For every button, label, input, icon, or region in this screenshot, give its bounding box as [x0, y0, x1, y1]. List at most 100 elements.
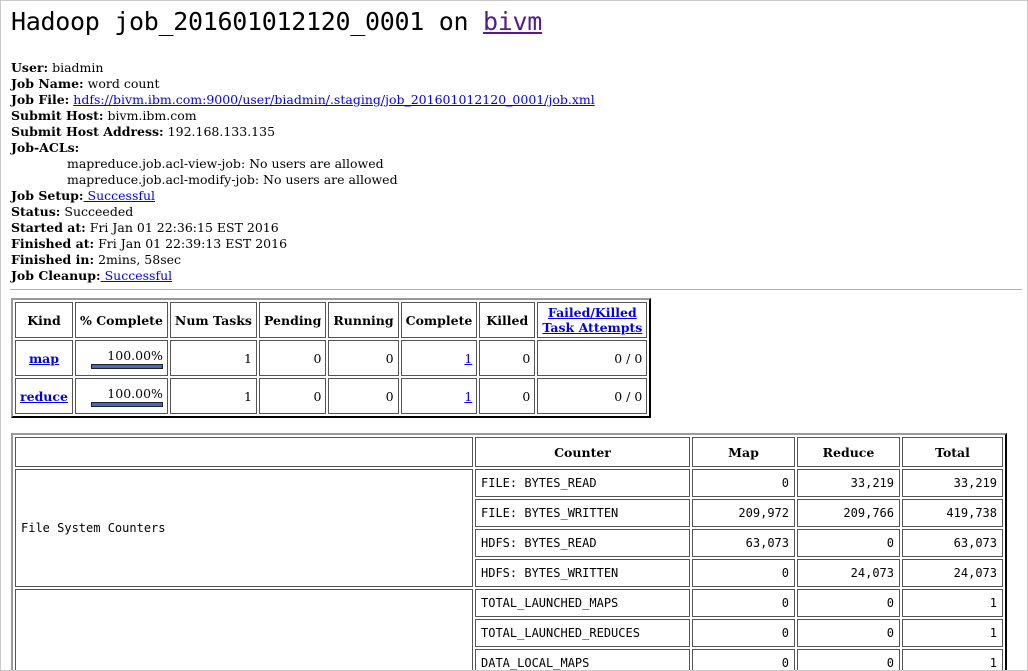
counter-row: TOTAL_LAUNCHED_MAPS 0 0 1	[15, 589, 1003, 670]
running-cell: 0	[328, 340, 399, 376]
complete-cell[interactable]: 1	[400, 378, 478, 414]
col-map: Map	[692, 437, 795, 467]
setup-label: Job Setup:	[11, 188, 84, 203]
divider	[10, 289, 1022, 290]
failed-killed-link[interactable]: Failed/Killed Task Attempts	[542, 305, 642, 335]
map-link[interactable]: map	[29, 351, 59, 366]
counter-map: 0	[692, 619, 795, 647]
counter-name: FILE: BYTES_WRITTEN	[475, 499, 690, 527]
submit-host-value: bivm.ibm.com	[107, 108, 197, 123]
col-kind: Kind	[15, 302, 73, 338]
counter-map: 209,972	[692, 499, 795, 527]
task-header-row: Kind % Complete Num Tasks Pending Runnin…	[15, 302, 648, 338]
col-failed-killed[interactable]: Failed/Killed Task Attempts	[537, 302, 648, 338]
started-label: Started at:	[11, 220, 86, 235]
task-row-map: map 100.00% 1 0 0 1 0 0 / 0	[15, 340, 648, 376]
pct-cell: 100.00%	[75, 378, 168, 414]
host-link[interactable]: bivm	[483, 7, 542, 36]
kind-cell[interactable]: map	[15, 340, 73, 376]
page-title: Hadoop job_201601012120_0001 on bivm	[11, 7, 542, 36]
col-killed: Killed	[479, 302, 536, 338]
reduce-complete-link[interactable]: 1	[464, 389, 472, 404]
counter-reduce: 0	[797, 649, 900, 670]
counter-name: HDFS: BYTES_WRITTEN	[475, 559, 690, 587]
finished-in-label: Finished in:	[11, 252, 95, 267]
counter-row: File System Counters FILE: BYTES_READ 0 …	[15, 469, 1003, 587]
failed-killed-cell: 0 / 0	[537, 378, 648, 414]
status-value: Succeeded	[64, 204, 134, 219]
failed-killed-cell: 0 / 0	[537, 340, 648, 376]
counter-reduce: 0	[797, 589, 900, 617]
counter-total: 419,738	[902, 499, 1003, 527]
acl-modify: mapreduce.job.acl-modify-job: No users a…	[67, 172, 398, 187]
status-label: Status:	[11, 204, 61, 219]
counter-group-label	[15, 589, 473, 670]
kind-cell[interactable]: reduce	[15, 378, 73, 414]
page-frame: Hadoop job_201601012120_0001 on bivm Use…	[0, 0, 1028, 671]
pending-cell: 0	[258, 378, 327, 414]
killed-cell: 0	[479, 340, 536, 376]
counter-total: 1	[902, 619, 1003, 647]
counter-map: 0	[692, 559, 795, 587]
pct-value: 100.00%	[107, 347, 163, 363]
setup-link[interactable]: Successful	[84, 188, 156, 203]
submit-addr-value: 192.168.133.135	[167, 124, 276, 139]
col-reduce: Reduce	[797, 437, 900, 467]
col-num-tasks: Num Tasks	[169, 302, 257, 338]
finished-in-value: 2mins, 58sec	[98, 252, 182, 267]
reduce-link[interactable]: reduce	[20, 389, 68, 404]
progress-bar	[90, 363, 163, 369]
acl-view: mapreduce.job.acl-view-job: No users are…	[67, 156, 384, 171]
job-info: User: biadmin Job Name: word count Job F…	[11, 60, 595, 284]
counter-total: 63,073	[902, 529, 1003, 557]
page-title-text: Hadoop job_201601012120_0001 on	[11, 7, 484, 36]
counter-reduce: 0	[797, 619, 900, 647]
job-file-label: Job File:	[11, 92, 70, 107]
finished-label: Finished at:	[11, 236, 95, 251]
finished-value: Fri Jan 01 22:39:13 EST 2016	[98, 236, 288, 251]
counter-total: 1	[902, 589, 1003, 617]
counter-map: 0	[692, 649, 795, 670]
job-name-label: Job Name:	[11, 76, 84, 91]
col-counter: Counter	[475, 437, 690, 467]
pct-value: 100.00%	[107, 385, 163, 401]
counter-reduce: 33,219	[797, 469, 900, 497]
user-value: biadmin	[52, 60, 104, 75]
col-total: Total	[902, 437, 1003, 467]
counter-name: TOTAL_LAUNCHED_REDUCES	[475, 619, 690, 647]
col-pct-complete: % Complete	[75, 302, 168, 338]
counter-name: TOTAL_LAUNCHED_MAPS	[475, 589, 690, 617]
counter-reduce: 24,073	[797, 559, 900, 587]
submit-host-label: Submit Host:	[11, 108, 104, 123]
col-group	[15, 437, 473, 467]
submit-addr-label: Submit Host Address:	[11, 124, 164, 139]
col-pending: Pending	[258, 302, 327, 338]
complete-cell[interactable]: 1	[400, 340, 478, 376]
col-running: Running	[328, 302, 399, 338]
num-tasks-cell: 1	[169, 378, 257, 414]
map-complete-link[interactable]: 1	[464, 351, 472, 366]
cleanup-label: Job Cleanup:	[11, 268, 101, 283]
counter-total: 1	[902, 649, 1003, 670]
acls-label: Job-ACLs:	[11, 140, 80, 155]
num-tasks-cell: 1	[169, 340, 257, 376]
pending-cell: 0	[258, 340, 327, 376]
pct-cell: 100.00%	[75, 340, 168, 376]
task-attempts-label: Task Attempts	[542, 320, 643, 335]
killed-cell: 0	[479, 378, 536, 414]
counter-total: 24,073	[902, 559, 1003, 587]
started-value: Fri Jan 01 22:36:15 EST 2016	[89, 220, 279, 235]
counter-name: HDFS: BYTES_READ	[475, 529, 690, 557]
counters-header-row: Counter Map Reduce Total	[15, 437, 1003, 467]
task-summary-table: Kind % Complete Num Tasks Pending Runnin…	[11, 298, 652, 418]
counter-reduce: 209,766	[797, 499, 900, 527]
counter-reduce: 0	[797, 529, 900, 557]
cleanup-link[interactable]: Successful	[101, 268, 173, 283]
running-cell: 0	[328, 378, 399, 414]
counter-total: 33,219	[902, 469, 1003, 497]
failed-killed-label: Failed/Killed	[547, 305, 637, 320]
job-file-link[interactable]: hdfs://bivm.ibm.com:9000/user/biadmin/.s…	[73, 92, 594, 107]
counter-map: 0	[692, 469, 795, 497]
counters-table: Counter Map Reduce Total File System Cou…	[11, 433, 1007, 670]
counter-map: 0	[692, 589, 795, 617]
